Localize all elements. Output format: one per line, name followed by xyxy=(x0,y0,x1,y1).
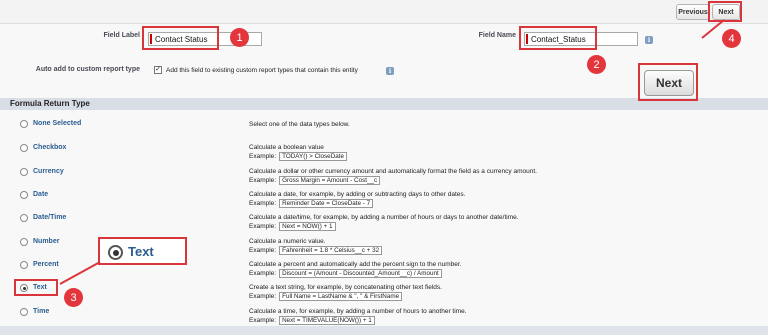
option-label[interactable]: Currency xyxy=(33,168,64,175)
option-example: Example: Next = NOW() + 1 xyxy=(249,222,336,231)
option-label[interactable]: Percent xyxy=(33,261,59,268)
option-label[interactable]: Date xyxy=(33,191,48,198)
example-code: Next = NOW() + 1 xyxy=(279,222,336,231)
auto-add-checkbox[interactable]: ✓ xyxy=(154,66,162,74)
option-description: Calculate a dollar or other currency amo… xyxy=(249,168,537,175)
example-code: Discount = (Amount - Discounted_Amount__… xyxy=(279,269,442,278)
radio-currency[interactable] xyxy=(20,168,28,176)
highlight-field-label xyxy=(142,26,219,50)
auto-add-text: Add this field to existing custom report… xyxy=(166,67,358,74)
info-icon[interactable]: i xyxy=(645,36,653,44)
radio-none-selected[interactable] xyxy=(20,120,28,128)
bottom-divider xyxy=(0,326,768,335)
zoom-next-button: Next xyxy=(644,70,694,96)
radio-date-time[interactable] xyxy=(20,214,28,222)
option-example: Example: Next = TIMEVALUE(NOW()) + 1 xyxy=(249,316,375,325)
option-example: Example: TODAY() > CloseDate xyxy=(249,152,347,161)
highlight-text-option xyxy=(14,279,58,296)
example-code: TODAY() > CloseDate xyxy=(279,152,347,161)
wizard-top-bar: Previous Next xyxy=(0,0,768,24)
option-description: Calculate a percent and automatically ad… xyxy=(249,261,462,268)
option-description: Calculate a date/time, for example, by a… xyxy=(249,214,519,221)
radio-icon xyxy=(108,245,123,260)
radio-checkbox[interactable] xyxy=(20,144,28,152)
radio-date[interactable] xyxy=(20,191,28,199)
step-badge-3: 3 xyxy=(64,288,83,307)
option-label[interactable]: Number xyxy=(33,238,59,245)
option-description: Select one of the data types below. xyxy=(249,121,350,128)
option-description: Calculate a numeric value. xyxy=(249,238,326,245)
option-row: Date Calculate a date, for example, by a… xyxy=(0,189,768,212)
field-name-label: Field Name xyxy=(478,32,516,39)
option-example: Example: Reminder Date = CloseDate - 7 xyxy=(249,199,374,208)
field-label-label: Field Label xyxy=(103,32,140,39)
example-code: Gross Margin = Amount - Cost__c xyxy=(279,176,381,185)
auto-add-label: Auto add to custom report type xyxy=(35,66,140,73)
option-row: None Selected Select one of the data typ… xyxy=(0,118,768,141)
option-example: Example: Gross Margin = Amount - Cost__c xyxy=(249,176,381,185)
option-label[interactable]: Checkbox xyxy=(33,144,66,151)
option-row: Date/Time Calculate a date/time, for exa… xyxy=(0,212,768,235)
option-label[interactable]: None Selected xyxy=(33,120,81,127)
step-badge-4: 4 xyxy=(722,29,741,48)
radio-number[interactable] xyxy=(20,238,28,246)
option-example: Example: Full Name = LastName & ", " & Fi… xyxy=(249,292,403,301)
option-row: Currency Calculate a dollar or other cur… xyxy=(0,166,768,189)
option-row: Checkbox Calculate a boolean value Examp… xyxy=(0,142,768,165)
option-label[interactable]: Time xyxy=(33,308,49,315)
option-description: Create a text string, for example, by co… xyxy=(249,284,442,291)
example-code: Full Name = LastName & ", " & FirstName xyxy=(279,292,403,301)
option-description: Calculate a time, for example, by adding… xyxy=(249,308,467,315)
example-code: Next = TIMEVALUE(NOW()) + 1 xyxy=(279,316,375,325)
option-label[interactable]: Date/Time xyxy=(33,214,66,221)
example-code: Reminder Date = CloseDate - 7 xyxy=(279,199,374,208)
info-icon[interactable]: i xyxy=(386,67,394,75)
option-description: Calculate a date, for example, by adding… xyxy=(249,191,466,198)
step-badge-1: 1 xyxy=(230,28,249,47)
step-badge-2: 2 xyxy=(587,55,606,74)
option-description: Calculate a boolean value xyxy=(249,144,324,151)
zoom-text-label: Text xyxy=(128,244,154,259)
option-row: Text Create a text string, for example, … xyxy=(0,282,768,305)
option-example: Example: Discount = (Amount - Discounted_… xyxy=(249,269,442,278)
zoom-text-option: Text xyxy=(98,237,187,265)
pointer-line-icon xyxy=(59,261,101,285)
radio-time[interactable] xyxy=(20,308,28,316)
example-code: Fahrenheit = 1.8 * Celsius__c + 32 xyxy=(279,246,383,255)
radio-percent[interactable] xyxy=(20,261,28,269)
highlight-field-name xyxy=(519,26,597,50)
option-example: Example: Fahrenheit = 1.8 * Celsius__c + … xyxy=(249,246,383,255)
